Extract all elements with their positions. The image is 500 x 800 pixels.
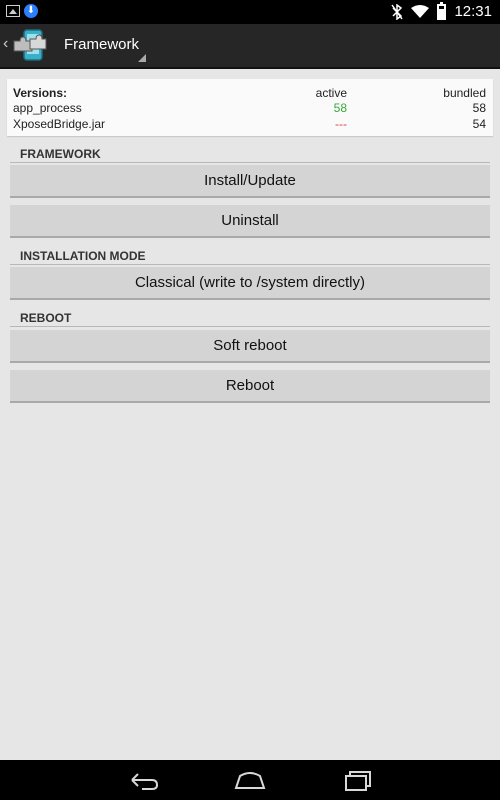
active-version: 58 [333,101,347,115]
installation-mode-spinner[interactable]: Classical (write to /system directly) [10,267,490,300]
table-row: app_process 58 58 [13,101,486,117]
versions-header-row: Versions: active bundled [13,86,486,102]
component-name: XposedBridge.jar [13,117,106,131]
back-icon[interactable] [126,768,162,792]
navigation-bar [0,760,500,800]
active-version: --- [335,117,347,131]
reboot-button[interactable]: Reboot [10,370,490,403]
screen: ⬇ 12:31 ‹ Framework Versions: active bun… [0,0,500,800]
wifi-icon [411,4,430,18]
xposed-puzzle-logo-icon[interactable] [12,29,50,61]
versions-label: Versions: [13,86,68,100]
download-icon: ⬇ [24,4,38,18]
action-bar: ‹ Framework [0,24,500,69]
install-update-button[interactable]: Install/Update [10,165,490,198]
up-chevron-icon[interactable]: ‹ [3,36,8,52]
battery-icon [437,1,447,20]
versions-card: Versions: active bundled app_process 58 … [7,79,493,136]
uninstall-button[interactable]: Uninstall [10,205,490,238]
table-row: XposedBridge.jar --- 54 [13,117,486,133]
component-name: app_process [13,101,82,115]
section-divider [10,264,490,265]
home-icon[interactable] [232,768,268,792]
bundled-column-header: bundled [443,86,486,100]
status-bar: ⬇ 12:31 [0,0,500,24]
active-column-header: active [315,86,347,100]
section-header-installation-mode: INSTALLATION MODE [20,249,146,263]
status-time: 12:31 [454,3,492,20]
bundled-version: 54 [472,117,486,131]
bundled-version: 58 [472,101,486,115]
section-divider [10,326,490,327]
spinner-indicator-icon[interactable] [138,54,146,62]
section-header-framework: FRAMEWORK [20,147,101,161]
recents-icon[interactable] [340,768,376,792]
page-title[interactable]: Framework [64,36,139,53]
soft-reboot-button[interactable]: Soft reboot [10,330,490,363]
image-icon [6,5,20,17]
section-divider [10,162,490,163]
bluetooth-off-icon [391,3,404,20]
section-header-reboot: REBOOT [20,311,72,325]
